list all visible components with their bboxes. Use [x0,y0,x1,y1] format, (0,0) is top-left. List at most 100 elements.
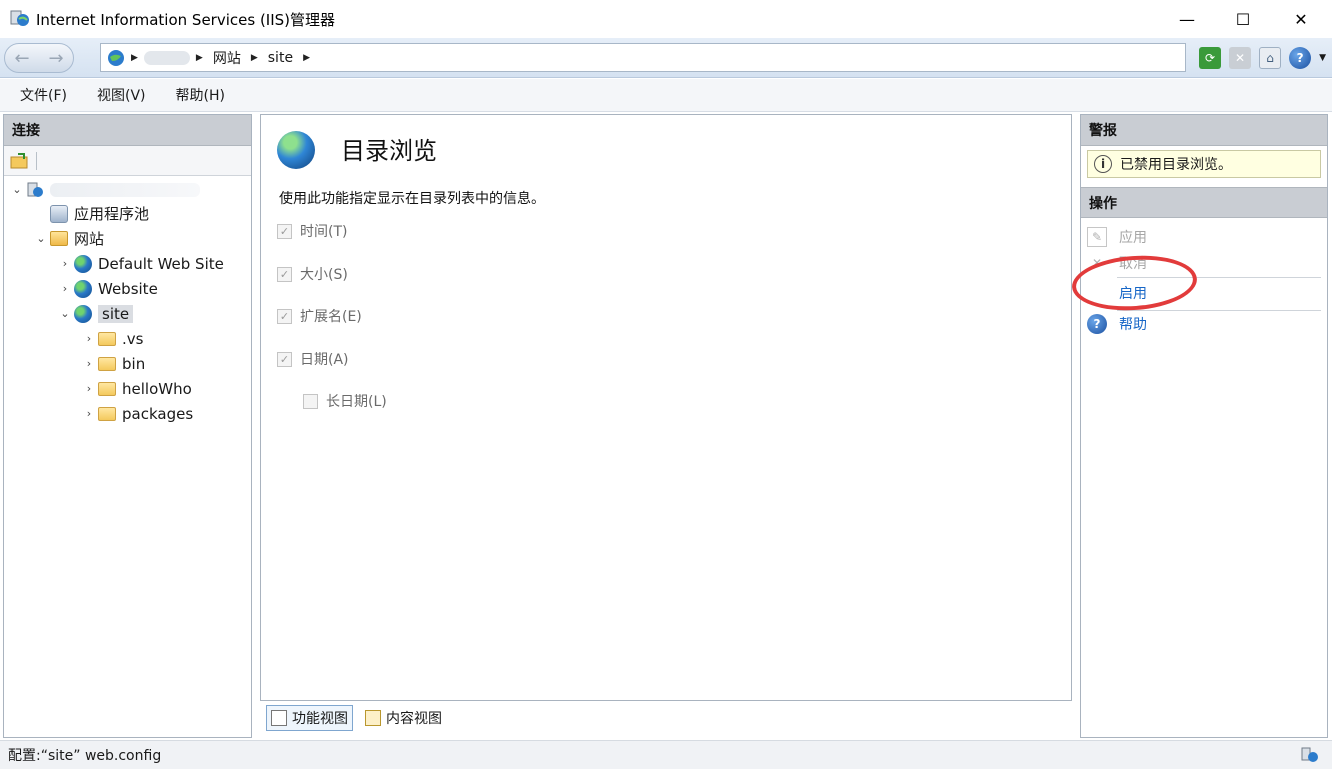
help-action[interactable]: ? 帮助 [1087,314,1147,334]
breadcrumb-sites[interactable]: 网站 [213,48,241,68]
tree-item-bin[interactable]: › bin [82,351,145,376]
actions-panel: 警报 i 已禁用目录浏览。 操作 ✎ 应用 ✕ 取消 启用 ? 帮助 [1080,114,1328,738]
menu-file[interactable]: 文件(F) [10,82,77,108]
tree-item-server[interactable]: ⌄ [10,177,200,202]
breadcrumb-arrow-icon[interactable]: ▶ [303,53,310,63]
apply-action[interactable]: ✎ 应用 [1087,227,1147,247]
tree-label: 网站 [74,230,105,248]
help-icon: ? [1087,314,1107,334]
address-toolbar: ⟳ ✕ ⌂ ? ▼ [1199,44,1326,72]
view-tabs: 功能视图 内容视图 [266,705,446,733]
breadcrumb-arrow-icon[interactable]: ▶ [251,53,258,63]
alert-message-box: i 已禁用目录浏览。 [1087,150,1321,178]
action-label: 帮助 [1119,317,1147,333]
connections-header: 连接 [4,115,251,146]
option-label: 时间(T) [300,224,348,240]
option-date[interactable]: ✓ 日期(A) [277,349,349,369]
navigation-buttons: ← → [4,43,74,73]
title-bar: Internet Information Services (IIS)管理器 —… [0,0,1332,38]
server-icon [27,182,43,197]
collapse-chevron-icon[interactable]: › [82,357,96,370]
tab-content-view[interactable]: 内容视图 [361,705,446,731]
tree-item-vs[interactable]: › .vs [82,326,144,351]
breadcrumb-site[interactable]: site [268,50,293,66]
server-status-icon [1301,747,1318,762]
menu-bar: 文件(F) 视图(V) 帮助(H) [0,79,1332,112]
tab-features-view[interactable]: 功能视图 [266,705,353,731]
collapse-chevron-icon[interactable]: › [82,382,96,395]
folder-icon [98,331,116,346]
tree-label: helloWho [122,379,192,398]
tree-item-packages[interactable]: › packages [82,401,193,426]
forward-arrow-icon[interactable]: → [48,48,63,69]
actions-separator [1117,310,1321,311]
maximize-button[interactable]: ☐ [1214,0,1272,38]
sites-folder-icon [50,231,68,246]
features-view-icon [271,710,287,726]
help-icon[interactable]: ? [1289,47,1312,69]
globe-icon [108,49,124,66]
tree-item-website[interactable]: › Website [58,276,158,301]
collapse-chevron-icon[interactable]: › [58,282,72,295]
tree-item-hellowho[interactable]: › helloWho [82,376,192,401]
status-text: 配置:“site” web.config [8,748,162,764]
feature-description: 使用此功能指定显示在目录列表中的信息。 [279,191,545,207]
collapse-chevron-icon[interactable]: › [58,257,72,270]
breadcrumb[interactable]: ▶ ▶ 网站 ▶ site ▶ [100,43,1186,72]
expand-chevron-icon[interactable]: ⌄ [34,232,48,245]
tree-item-default-web-site[interactable]: › Default Web Site [58,251,224,276]
expand-chevron-icon[interactable]: ⌄ [10,183,24,196]
stop-icon[interactable]: ✕ [1229,47,1252,69]
collapse-chevron-icon[interactable]: › [82,407,96,420]
tree-label: .vs [122,329,144,348]
option-label: 日期(A) [300,352,349,368]
redacted-server-name [143,50,190,65]
page-title: 目录浏览 [341,137,437,165]
alerts-header: 警报 [1081,115,1327,146]
redacted-server-label [50,182,200,197]
option-size[interactable]: ✓ 大小(S) [277,264,348,284]
folder-icon [98,356,116,371]
option-label: 大小(S) [300,267,348,283]
tree-label: Website [98,279,158,298]
help-dropdown-icon[interactable]: ▼ [1319,53,1326,63]
tab-label: 功能视图 [292,711,348,727]
apply-icon: ✎ [1087,227,1107,247]
refresh-icon[interactable]: ⟳ [1199,47,1222,69]
folder-icon [98,406,116,421]
breadcrumb-arrow-icon[interactable]: ▶ [196,53,203,63]
connect-icon[interactable] [10,152,30,170]
option-extension[interactable]: ✓ 扩展名(E) [277,306,362,326]
menu-help[interactable]: 帮助(H) [166,82,235,108]
back-arrow-icon[interactable]: ← [14,48,29,69]
toolbar-separator [36,151,37,170]
checkbox-checked[interactable]: ✓ [277,351,292,367]
collapse-chevron-icon[interactable]: › [82,332,96,345]
website-globe-icon [74,279,92,298]
breadcrumb-arrow-icon[interactable]: ▶ [131,53,138,63]
expand-chevron-icon[interactable]: ⌄ [58,307,72,320]
tree-label: 应用程序池 [74,205,150,223]
tree-item-site[interactable]: ⌄ site [58,301,134,326]
connections-toolbar [4,146,251,176]
option-time[interactable]: ✓ 时间(T) [277,221,347,241]
checkbox-checked[interactable]: ✓ [277,308,292,324]
content-view-icon [365,710,381,726]
website-globe-icon [74,254,92,273]
close-button[interactable]: ✕ [1272,0,1330,38]
home-icon[interactable]: ⌂ [1259,47,1282,69]
actions-header: 操作 [1081,187,1327,218]
checkbox-checked[interactable]: ✓ [277,223,292,239]
menu-view[interactable]: 视图(V) [87,82,156,108]
address-bar-area: ← → ▶ ▶ 网站 ▶ site ▶ ⟳ ✕ ⌂ ? ▼ [0,38,1332,78]
connections-panel: 连接 ⌄ 应用程序池 ⌄ 网站 › Default Web Site › Web… [3,114,252,738]
checkbox-checked[interactable]: ✓ [277,266,292,282]
action-label: 应用 [1119,230,1147,246]
tree-item-app-pools[interactable]: 应用程序池 [34,201,149,226]
directory-browsing-globe-icon [277,131,315,169]
minimize-button[interactable]: — [1158,0,1216,38]
checkbox-unchecked[interactable] [303,393,318,409]
tree-item-sites[interactable]: ⌄ 网站 [34,226,104,251]
tab-label: 内容视图 [386,711,442,727]
option-long-date[interactable]: 长日期(L) [303,391,387,411]
